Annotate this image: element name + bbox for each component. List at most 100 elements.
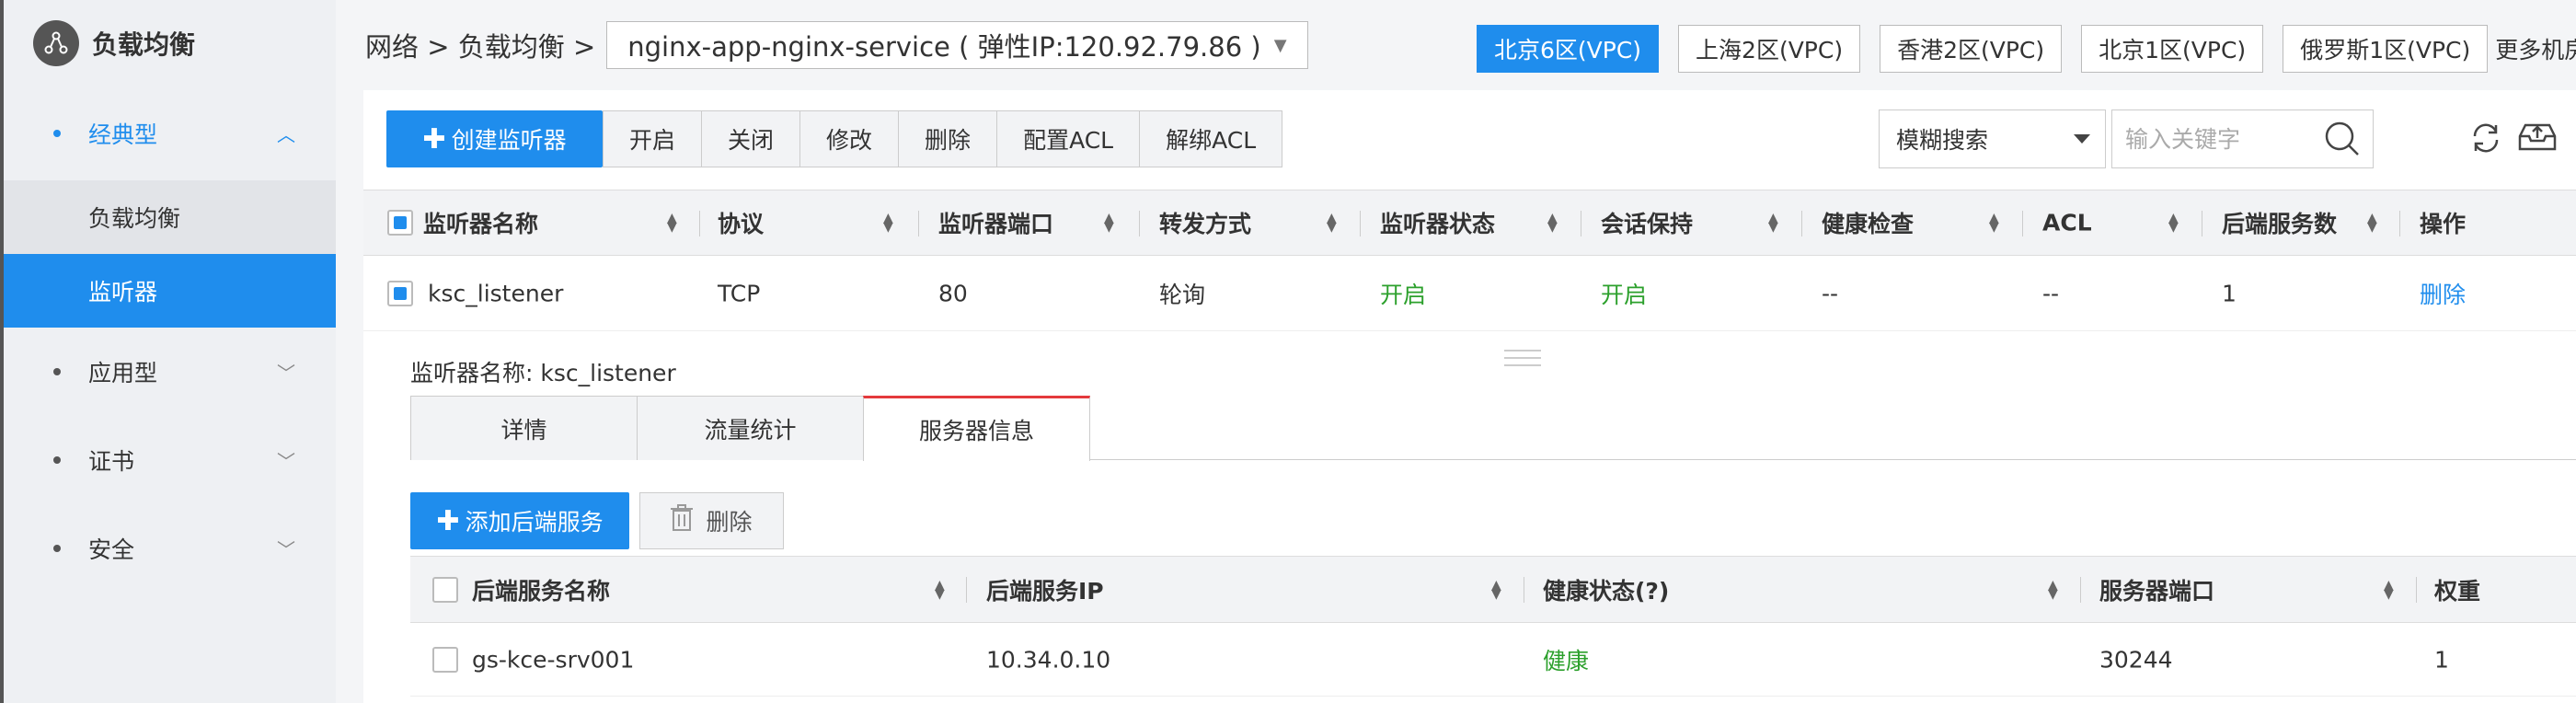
listener-protocol: TCP (718, 280, 761, 306)
column-header[interactable]: ACL (2042, 210, 2092, 236)
region-tab-russia1[interactable]: 俄罗斯1区(VPC) (2283, 25, 2489, 73)
table-row[interactable]: gs-kce-srv001 10.34.0.10 健康 30244 1 (410, 623, 2576, 697)
column-header[interactable]: 健康检查 (1822, 206, 1914, 239)
backend-name: gs-kce-srv001 (472, 646, 635, 673)
main-panel: ✚ 创建监听器 开启 关闭 修改 删除 配置ACL 解绑ACL 模糊搜索 输入关… (363, 90, 2576, 703)
sort-icon[interactable]: ▲ ▼ (1989, 212, 1999, 234)
column-divider (1360, 211, 1361, 236)
sort-icon[interactable]: ▲ ▼ (1104, 212, 1114, 234)
sort-icon[interactable]: ▲ ▼ (2367, 212, 2377, 234)
column-header[interactable]: 协议 (718, 206, 764, 239)
region-tab-shanghai2[interactable]: 上海2区(VPC) (1678, 25, 1861, 73)
column-header[interactable]: 健康状态(?) (1543, 573, 1669, 606)
listener-status: 开启 (1380, 281, 1427, 308)
sort-icon[interactable]: ▲ ▼ (1491, 579, 1501, 601)
region-tab-beijing1[interactable]: 北京1区(VPC) (2081, 25, 2264, 73)
server-table-header: 后端服务名称 ▲ ▼ 后端服务IP ▲ ▼ 健康状态(?) ▲ ▼ 服务器端口 ▲ ▼ … (410, 556, 2576, 623)
column-header: 操作 (2420, 211, 2467, 237)
export-icon[interactable] (2516, 118, 2559, 161)
menu-group-classic[interactable]: 经典型 ︿ (4, 86, 336, 180)
trash-icon (671, 504, 694, 537)
sort-icon[interactable]: ▲ ▼ (2048, 579, 2058, 601)
column-divider (2022, 211, 2023, 236)
chevron-up-icon: ︿ (277, 123, 295, 146)
table-row[interactable]: ksc_listener TCP 80 轮询 开启 开启 -- -- 1 删除 (363, 256, 2576, 331)
column-header[interactable]: 监听器端口 (938, 206, 1053, 239)
column-divider (1139, 211, 1140, 236)
caret-down-icon: ▼ (1273, 35, 1287, 55)
server-port: 30244 (2099, 646, 2173, 673)
enable-button[interactable]: 开启 (604, 111, 703, 167)
sort-icon[interactable]: ▲ ▼ (1547, 212, 1558, 234)
column-divider (2416, 577, 2417, 603)
sidebar-title: 负载均衡 (92, 29, 196, 60)
column-header[interactable]: 后端服务名称 (472, 573, 610, 606)
column-header[interactable]: 转发方式 (1159, 206, 1251, 239)
search-icon[interactable] (2323, 120, 2362, 164)
row-checkbox[interactable] (432, 646, 458, 673)
listener-port: 80 (938, 280, 968, 306)
region-tab-hongkong2[interactable]: 香港2区(VPC) (1880, 25, 2063, 73)
menu-group-certificate[interactable]: 证书 ﹀ (4, 416, 336, 504)
tab-servers[interactable]: 服务器信息 (863, 396, 1090, 461)
column-divider (2080, 577, 2081, 603)
sort-icon[interactable]: ▲ ▼ (2384, 579, 2394, 601)
column-header: 权重 (2434, 577, 2481, 605)
topbar: 网络 > 负载均衡 > nginx-app-nginx-service ( 弹性… (336, 0, 2576, 90)
region-tabs: 北京6区(VPC) 上海2区(VPC) 香港2区(VPC) 北京1区(VPC) … (1477, 25, 2576, 73)
sidebar-item-listener[interactable]: 监听器 (4, 254, 336, 328)
unbind-acl-button[interactable]: 解绑ACL (1140, 111, 1282, 167)
tab-details[interactable]: 详情 (410, 396, 638, 460)
listener-detail-panel: 监听器名称: ksc_listener 详情 流量统计 服务器信息 ✚ 添加后端… (363, 331, 2576, 703)
add-backend-button[interactable]: ✚ 添加后端服务 (410, 492, 629, 549)
column-header[interactable]: 后端服务数 (2222, 206, 2337, 239)
sidebar-item-load-balancer[interactable]: 负载均衡 (4, 180, 336, 254)
column-header[interactable]: 监听器状态 (1380, 206, 1495, 239)
config-acl-button[interactable]: 配置ACL (997, 111, 1141, 167)
edit-button[interactable]: 修改 (800, 111, 900, 167)
delete-backend-button[interactable]: 删除 (639, 492, 784, 549)
sort-icon[interactable]: ▲ ▼ (935, 579, 945, 601)
menu-group-application[interactable]: 应用型 ﹀ (4, 328, 336, 416)
health-check: -- (1822, 280, 1839, 306)
column-header[interactable]: 后端服务IP (986, 573, 1104, 606)
column-header[interactable]: 服务器端口 (2099, 573, 2214, 606)
health-status: 健康 (1543, 647, 1590, 674)
sort-icon[interactable]: ▲ ▼ (2168, 212, 2179, 234)
plus-icon: ✚ (422, 122, 446, 156)
region-tab-beijing6[interactable]: 北京6区(VPC) (1477, 25, 1660, 73)
menu-group-security[interactable]: 安全 ﹀ (4, 504, 336, 593)
tab-traffic[interactable]: 流量统计 (637, 396, 864, 460)
sidebar: 负载均衡 经典型 ︿ 负载均衡 监听器 应用型 ﹀ 证书 ﹀ 安全 ﹀ (0, 0, 336, 703)
select-all-checkbox[interactable] (387, 210, 413, 236)
detail-title: 监听器名称: ksc_listener (410, 360, 676, 386)
disable-button[interactable]: 关闭 (702, 111, 801, 167)
refresh-icon[interactable] (2467, 120, 2504, 163)
more-regions-dropdown[interactable]: 更多机房 ▼ (2495, 25, 2576, 73)
bullet-icon (53, 368, 61, 375)
sort-icon[interactable]: ▲ ▼ (1327, 212, 1337, 234)
sort-icon[interactable]: ▲ ▼ (883, 212, 893, 234)
search-type-select[interactable]: 模糊搜索 (1879, 109, 2106, 168)
acl-value: -- (2042, 280, 2060, 306)
row-checkbox[interactable] (387, 280, 413, 306)
delete-button[interactable]: 删除 (899, 111, 998, 167)
sidebar-header: 负载均衡 (4, 0, 336, 86)
column-header[interactable]: 会话保持 (1601, 206, 1693, 239)
toolbar: ✚ 创建监听器 开启 关闭 修改 删除 配置ACL 解绑ACL 模糊搜索 (363, 90, 2576, 190)
create-listener-button[interactable]: ✚ 创建监听器 (386, 110, 603, 167)
sort-icon[interactable]: ▲ ▼ (667, 212, 677, 234)
column-divider (699, 211, 700, 236)
delete-link[interactable]: 删除 (2420, 277, 2466, 310)
column-header[interactable]: 监听器名称 (423, 206, 538, 239)
sort-icon[interactable]: ▲ ▼ (1768, 212, 1778, 234)
listener-table-header: 监听器名称 ▲ ▼ 协议 ▲ ▼ 监听器端口 ▲ ▼ 转发方式 ▲ ▼ 监听器状态 ▲ ▼… (363, 190, 2576, 256)
chevron-down-icon: ﹀ (277, 538, 295, 561)
service-select[interactable]: nginx-app-nginx-service ( 弹性IP:120.92.79… (606, 21, 1308, 69)
search-input[interactable] (2125, 125, 2309, 153)
column-divider (966, 577, 967, 603)
listener-forward-mode: 轮询 (1159, 281, 1206, 308)
drag-handle-icon[interactable] (1504, 350, 1541, 372)
select-all-checkbox[interactable] (432, 576, 458, 603)
column-divider (918, 211, 919, 236)
